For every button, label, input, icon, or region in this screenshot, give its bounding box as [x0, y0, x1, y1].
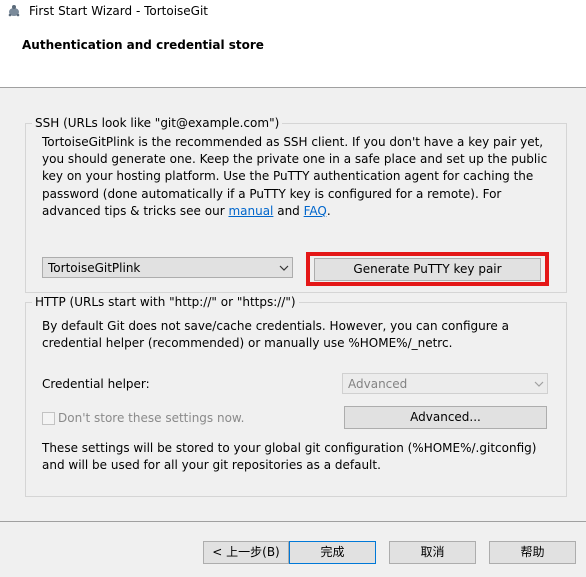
- tortoisegit-icon: [8, 5, 20, 17]
- credential-helper-value: Advanced: [348, 377, 408, 391]
- back-button[interactable]: < 上一步(B): [203, 541, 289, 564]
- title-bar: First Start Wizard - TortoiseGit: [0, 0, 586, 23]
- http-description-line: credential helper (recommended) or manua…: [42, 336, 453, 351]
- and-text: and: [273, 203, 304, 218]
- http-description-line: By default Git does not save/cache crede…: [42, 319, 509, 333]
- generate-putty-key-button[interactable]: Generate PuTTY key pair: [314, 258, 541, 281]
- chevron-down-icon: [279, 265, 289, 271]
- finish-button[interactable]: 完成: [289, 541, 376, 564]
- ssh-description-line: key on your hosting platform. Use the Pu…: [42, 169, 534, 184]
- credential-helper-label: Credential helper:: [42, 377, 150, 391]
- ssh-description: TortoiseGitPlink is the recommended as S…: [42, 134, 547, 220]
- http-note-line: These settings will be stored to your gl…: [42, 441, 537, 455]
- help-button[interactable]: 帮助: [489, 541, 576, 564]
- chevron-down-icon: [534, 381, 544, 387]
- http-note-line: and will be used for all your git reposi…: [42, 458, 381, 473]
- faq-link[interactable]: FAQ: [304, 204, 327, 218]
- cancel-button[interactable]: 取消: [389, 541, 476, 564]
- page-title: Authentication and credential store: [22, 38, 264, 52]
- wizard-header: Authentication and credential store: [0, 23, 586, 88]
- manual-link[interactable]: manual: [228, 204, 273, 218]
- ssh-description-line: TortoiseGitPlink is the recommended as S…: [42, 135, 544, 149]
- ssh-description-line: advanced tips & tricks see our manual an…: [42, 203, 547, 220]
- http-group-legend: HTTP (URLs start with "http://" or "http…: [32, 295, 299, 310]
- footer-divider: [0, 521, 586, 522]
- credential-helper-select[interactable]: Advanced: [342, 373, 548, 394]
- ssh-group-legend: SSH (URLs look like "git@example.com"): [32, 116, 283, 131]
- http-description: By default Git does not save/cache crede…: [42, 318, 509, 352]
- ssh-description-line: you should generate one. Keep the privat…: [42, 152, 548, 167]
- ssh-tips-text: advanced tips & tricks see our: [42, 203, 229, 218]
- dont-store-checkbox[interactable]: [42, 412, 55, 425]
- advanced-button[interactable]: Advanced...: [344, 406, 547, 429]
- period-text: .: [326, 203, 331, 218]
- window-title: First Start Wizard - TortoiseGit: [29, 4, 209, 18]
- ssh-client-value: TortoiseGitPlink: [48, 261, 141, 275]
- http-note: These settings will be stored to your gl…: [42, 440, 536, 474]
- ssh-description-line: password (done automatically if a PuTTY …: [42, 186, 502, 201]
- ssh-client-select[interactable]: TortoiseGitPlink: [42, 257, 293, 278]
- dont-store-label: Don't store these settings now.: [58, 411, 245, 425]
